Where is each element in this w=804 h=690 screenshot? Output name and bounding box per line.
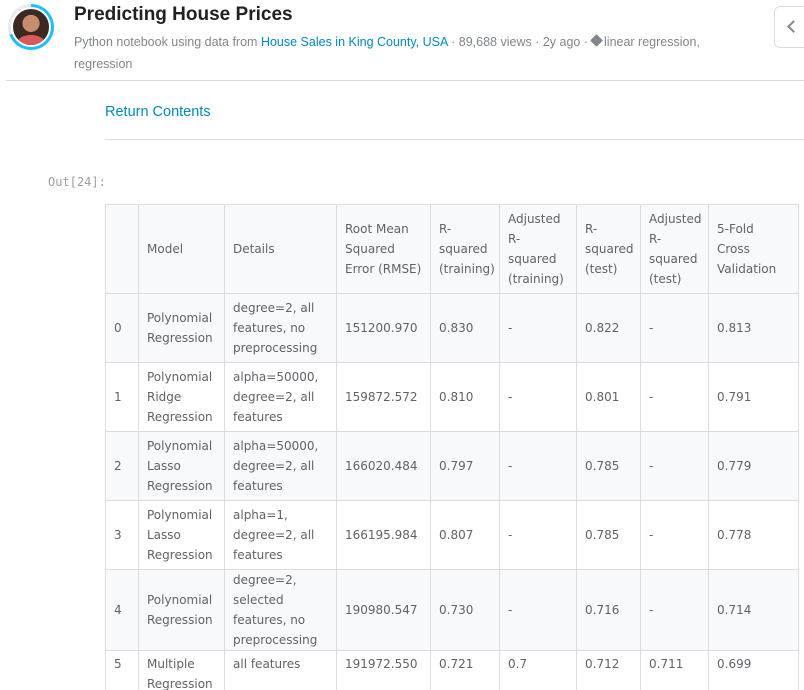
header-adj-r2-training: Adjusted R-squared (training) [499, 204, 577, 294]
cell-r2-test: 0.801 [576, 362, 641, 432]
notebook-page: Predicting House Prices Python notebook … [0, 0, 804, 690]
cell-r2-training: 0.810 [430, 362, 500, 432]
cell-adj-r2-test: - [640, 362, 709, 432]
cell-rmse: 151200.970 [336, 293, 431, 363]
notebook-age: 2y ago · [542, 35, 589, 49]
results-table: Model Details Root Mean Squared Error (R… [105, 204, 799, 690]
cell-cv: 0.699 [708, 650, 799, 690]
cell-rmse: 191972.550 [336, 650, 431, 690]
header-model: Model [138, 204, 225, 294]
tag-linear-regression[interactable]: linear regression, [604, 35, 700, 49]
cell-model: Polynomial Lasso Regression [138, 500, 225, 570]
cell-rmse: 159872.572 [336, 362, 431, 432]
cell-index: 1 [105, 362, 139, 432]
table-row: 2 Polynomial Lasso Regression alpha=5000… [105, 431, 799, 501]
header-r2-training: R-squared (training) [430, 204, 500, 294]
table-header-row: Model Details Root Mean Squared Error (R… [105, 204, 799, 294]
page-title: Predicting House Prices [74, 4, 293, 25]
output-prompt: Out[24]: [48, 175, 106, 189]
header-details: Details [224, 204, 337, 294]
author-avatar-ring[interactable] [8, 4, 54, 50]
cell-cv: 0.813 [708, 293, 799, 363]
cell-adj-r2-test: - [640, 569, 709, 651]
cell-index: 3 [105, 500, 139, 570]
notebook-meta: Python notebook using data from House Sa… [74, 31, 734, 75]
table-row: 3 Polynomial Lasso Regression alpha=1, d… [105, 500, 799, 570]
dataset-link[interactable]: House Sales in King County, USA [261, 35, 448, 49]
table-row: 4 Polynomial Regression degree=2, select… [105, 569, 799, 651]
cell-model: Polynomial Regression [138, 569, 225, 651]
cell-details: alpha=1, degree=2, all features [224, 500, 337, 570]
cell-adj-r2-test: - [640, 431, 709, 501]
cell-r2-test: 0.822 [576, 293, 641, 363]
tag-icon [590, 34, 603, 47]
cell-adj-r2-training: - [499, 293, 577, 363]
cell-cv: 0.714 [708, 569, 799, 651]
section-divider [105, 139, 804, 140]
cell-adj-r2-training: - [499, 362, 577, 432]
cell-rmse: 166195.984 [336, 500, 431, 570]
cell-r2-test: 0.716 [576, 569, 641, 651]
table-row: 1 Polynomial Ridge Regression alpha=5000… [105, 362, 799, 432]
cell-r2-training: 0.730 [430, 569, 500, 651]
cell-adj-r2-training: 0.7 [499, 650, 577, 690]
tag-regression[interactable]: regression [74, 57, 132, 71]
table-row: 5 Multiple Regression all features 19197… [105, 650, 799, 690]
header-cv: 5-Fold Cross Validation [708, 204, 799, 294]
header-adj-r2-test: Adjusted R-squared (test) [640, 204, 709, 294]
view-count: · 89,688 views · [451, 35, 540, 49]
header-r2-test: R-squared (test) [576, 204, 641, 294]
cell-details: alpha=50000, degree=2, all features [224, 362, 337, 432]
cell-model: Polynomial Ridge Regression [138, 362, 225, 432]
cell-details: degree=2, selected features, no preproce… [224, 569, 337, 651]
header-rmse: Root Mean Squared Error (RMSE) [336, 204, 431, 294]
cell-details: degree=2, all features, no preprocessing [224, 293, 337, 363]
header-index [105, 204, 139, 294]
cell-index: 0 [105, 293, 139, 363]
cell-cv: 0.778 [708, 500, 799, 570]
table-row: 0 Polynomial Regression degree=2, all fe… [105, 293, 799, 363]
collapse-button[interactable] [774, 6, 804, 48]
chevron-up-icon [787, 20, 800, 33]
cell-cv: 0.791 [708, 362, 799, 432]
cell-adj-r2-test: 0.711 [640, 650, 709, 690]
cell-model: Polynomial Regression [138, 293, 225, 363]
cell-r2-test: 0.785 [576, 431, 641, 501]
cell-rmse: 166020.484 [336, 431, 431, 501]
cell-adj-r2-test: - [640, 293, 709, 363]
notebook-header: Predicting House Prices Python notebook … [0, 0, 804, 81]
cell-r2-test: 0.785 [576, 500, 641, 570]
avatar[interactable] [11, 7, 51, 47]
cell-adj-r2-training: - [499, 569, 577, 651]
cell-index: 2 [105, 431, 139, 501]
cell-adj-r2-training: - [499, 500, 577, 570]
cell-r2-training: 0.807 [430, 500, 500, 570]
meta-prefix: Python notebook using data from [74, 35, 258, 49]
cell-index: 5 [105, 650, 139, 690]
cell-r2-test: 0.712 [576, 650, 641, 690]
cell-cv: 0.779 [708, 431, 799, 501]
output-table-container[interactable]: Model Details Root Mean Squared Error (R… [105, 204, 804, 690]
cell-r2-training: 0.797 [430, 431, 500, 501]
cell-r2-training: 0.830 [430, 293, 500, 363]
cell-details: alpha=50000, degree=2, all features [224, 431, 337, 501]
cell-adj-r2-training: - [499, 431, 577, 501]
cell-model: Polynomial Lasso Regression [138, 431, 225, 501]
cell-index: 4 [105, 569, 139, 651]
return-contents-link[interactable]: Return Contents [105, 104, 211, 120]
header-divider [6, 80, 804, 81]
cell-r2-training: 0.721 [430, 650, 500, 690]
cell-adj-r2-test: - [640, 500, 709, 570]
cell-rmse: 190980.547 [336, 569, 431, 651]
cell-model: Multiple Regression [138, 650, 225, 690]
cell-details: all features [224, 650, 337, 690]
